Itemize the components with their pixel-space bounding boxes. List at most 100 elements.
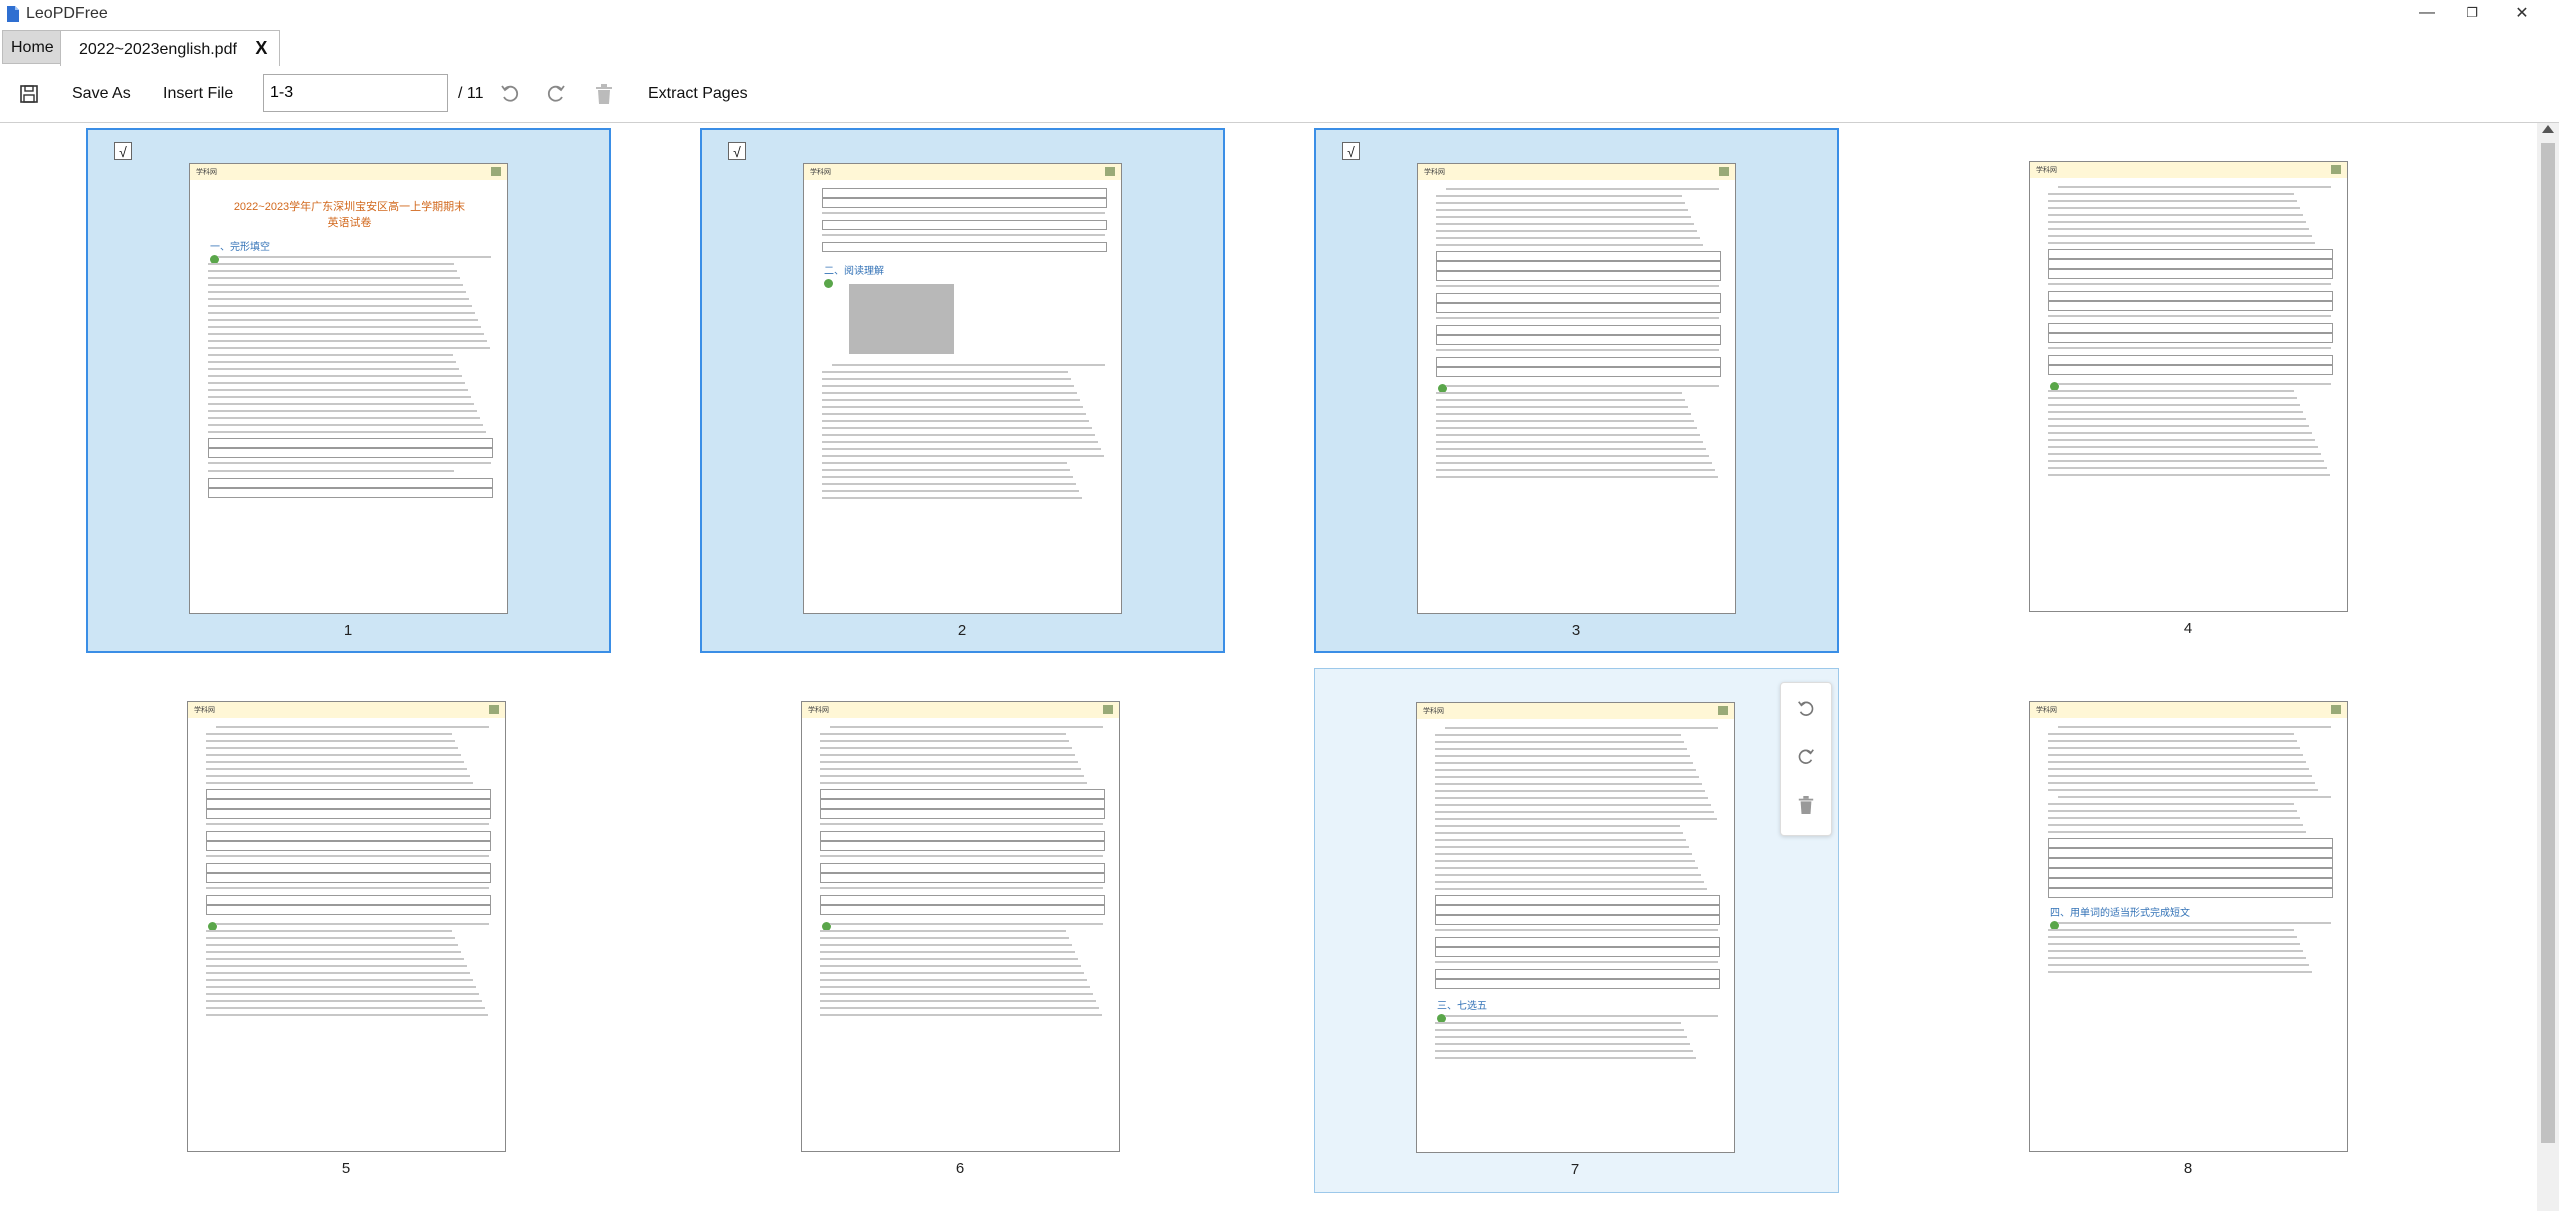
text-line: [2048, 789, 2318, 791]
page-thumbnail[interactable]: 学科网: [187, 701, 506, 1152]
option-table-row: [1436, 367, 1721, 377]
page-thumbnail[interactable]: 学科网 2022~2023学年广东深圳宝安区高一上学期期末 英语试卷 一、完形填空: [189, 163, 508, 614]
option-table-row: [2048, 333, 2333, 343]
text-line: [1435, 776, 1699, 778]
text-line: [2048, 214, 2303, 216]
option-table-row: [822, 188, 1107, 198]
text-line: [2048, 235, 2312, 237]
tab-home[interactable]: Home: [2, 30, 63, 64]
text-line: [1435, 748, 1687, 750]
text-line: [822, 497, 1082, 499]
close-window-button[interactable]: ✕: [2500, 0, 2544, 26]
minimize-button[interactable]: —: [2405, 0, 2449, 26]
option-table-row: [820, 841, 1105, 851]
rotate-right-icon[interactable]: [1794, 745, 1818, 769]
scroll-up-icon[interactable]: [2542, 125, 2554, 133]
page-header-strip: 学科网: [1418, 164, 1735, 180]
page-thumbnail-cell[interactable]: 学科网 三、七选五 7: [1314, 668, 1839, 1193]
option-table-row: [1435, 937, 1720, 947]
page-thumbnail-cell[interactable]: √ 学科网 2022~2023学年广东深圳宝安区高一上学期期末 英语试卷 一、完形填空 1: [86, 128, 611, 653]
page-header-strip: 学科网: [2030, 162, 2347, 178]
text-line: [206, 951, 461, 953]
total-pages-label: / 11: [458, 85, 484, 102]
text-line: [1435, 790, 1705, 792]
save-icon[interactable]: [16, 81, 42, 107]
page-header-strip: 学科网: [804, 164, 1121, 180]
option-table-row: [1436, 261, 1721, 271]
page-hover-toolbar: [1780, 682, 1832, 836]
page-select-checkbox[interactable]: √: [114, 142, 132, 160]
page-thumbnail-cell[interactable]: √ 学科网 3: [1314, 128, 1839, 653]
save-as-button[interactable]: Save As: [72, 81, 131, 107]
extract-pages-button[interactable]: Extract Pages: [648, 81, 748, 107]
rotate-left-icon[interactable]: [497, 81, 523, 107]
option-table-row: [820, 789, 1105, 799]
option-table-row: [820, 895, 1105, 905]
text-line: [2048, 761, 2306, 763]
option-table-row: [1436, 325, 1721, 335]
tab-close-button[interactable]: X: [255, 31, 267, 65]
vertical-scrollbar[interactable]: [2537, 123, 2559, 1211]
text-line: [822, 234, 1105, 236]
insert-file-button[interactable]: Insert File: [163, 81, 233, 107]
option-table-row: [1435, 947, 1720, 957]
option-table-row: [1436, 303, 1721, 313]
page-select-checkbox[interactable]: √: [1342, 142, 1360, 160]
page-thumbnail[interactable]: 学科网: [2029, 161, 2348, 612]
text-line: [2048, 397, 2297, 399]
page-thumbnail[interactable]: 学科网 三、七选五: [1416, 702, 1735, 1153]
delete-icon[interactable]: [591, 81, 617, 107]
text-line: [820, 747, 1072, 749]
tab-document[interactable]: 2022~2023english.pdf X: [60, 30, 281, 66]
page-thumbnail[interactable]: 学科网: [1417, 163, 1736, 614]
text-line: [1435, 1057, 1696, 1059]
text-line: [206, 1007, 485, 1009]
page-range-input[interactable]: [263, 74, 448, 112]
text-line: [822, 434, 1095, 436]
text-line: [208, 361, 456, 363]
text-line: [2048, 390, 2294, 392]
page-thumbnail-cell[interactable]: 学科网 4: [1928, 128, 2453, 653]
rotate-left-icon[interactable]: [1794, 697, 1818, 721]
text-line: [208, 431, 486, 433]
text-line: [2048, 740, 2297, 742]
page-thumbnail[interactable]: 学科网: [801, 701, 1120, 1152]
text-line: [2048, 460, 2324, 462]
page-thumbnail[interactable]: 学科网 二、阅读理解: [803, 163, 1122, 614]
option-table-row: [822, 220, 1107, 230]
text-line: [820, 930, 1066, 932]
option-table-row: [1435, 969, 1720, 979]
text-line: [1446, 385, 1719, 387]
text-line: [820, 993, 1093, 995]
text-line: [820, 937, 1069, 939]
text-line: [822, 392, 1077, 394]
page-thumbnail-cell[interactable]: 学科网 四、用单词的适当形式完成短文 8: [1928, 668, 2453, 1193]
text-line: [206, 944, 458, 946]
page-header-icon: [489, 705, 499, 714]
text-line: [820, 1007, 1099, 1009]
page-thumbnail-cell[interactable]: √ 学科网 二、阅读理解 2: [700, 128, 1225, 653]
page-thumbnail-cell[interactable]: 学科网 5: [86, 668, 611, 1193]
text-line: [208, 368, 459, 370]
text-line: [206, 887, 489, 889]
page-thumbnail[interactable]: 学科网 四、用单词的适当形式完成短文: [2029, 701, 2348, 1152]
rotate-right-icon[interactable]: [543, 81, 569, 107]
text-line: [1435, 867, 1698, 869]
scrollbar-thumb[interactable]: [2541, 143, 2555, 1143]
delete-page-icon[interactable]: [1794, 793, 1818, 817]
text-line: [1445, 1015, 1718, 1017]
text-line: [1436, 455, 1709, 457]
option-table-row: [822, 198, 1107, 208]
text-line: [822, 483, 1076, 485]
page-select-checkbox[interactable]: √: [728, 142, 746, 160]
page-thumbnail-cell[interactable]: 学科网 6: [700, 668, 1225, 1193]
option-table-row: [206, 809, 491, 819]
restore-button[interactable]: ❐: [2450, 0, 2494, 26]
text-line: [820, 733, 1066, 735]
app-logo-icon: [7, 6, 19, 22]
page-header-logo: 学科网: [196, 169, 217, 176]
text-line: [206, 1014, 488, 1016]
page-header-icon: [1105, 167, 1115, 176]
text-line: [2048, 242, 2315, 244]
text-line: [1436, 469, 1715, 471]
